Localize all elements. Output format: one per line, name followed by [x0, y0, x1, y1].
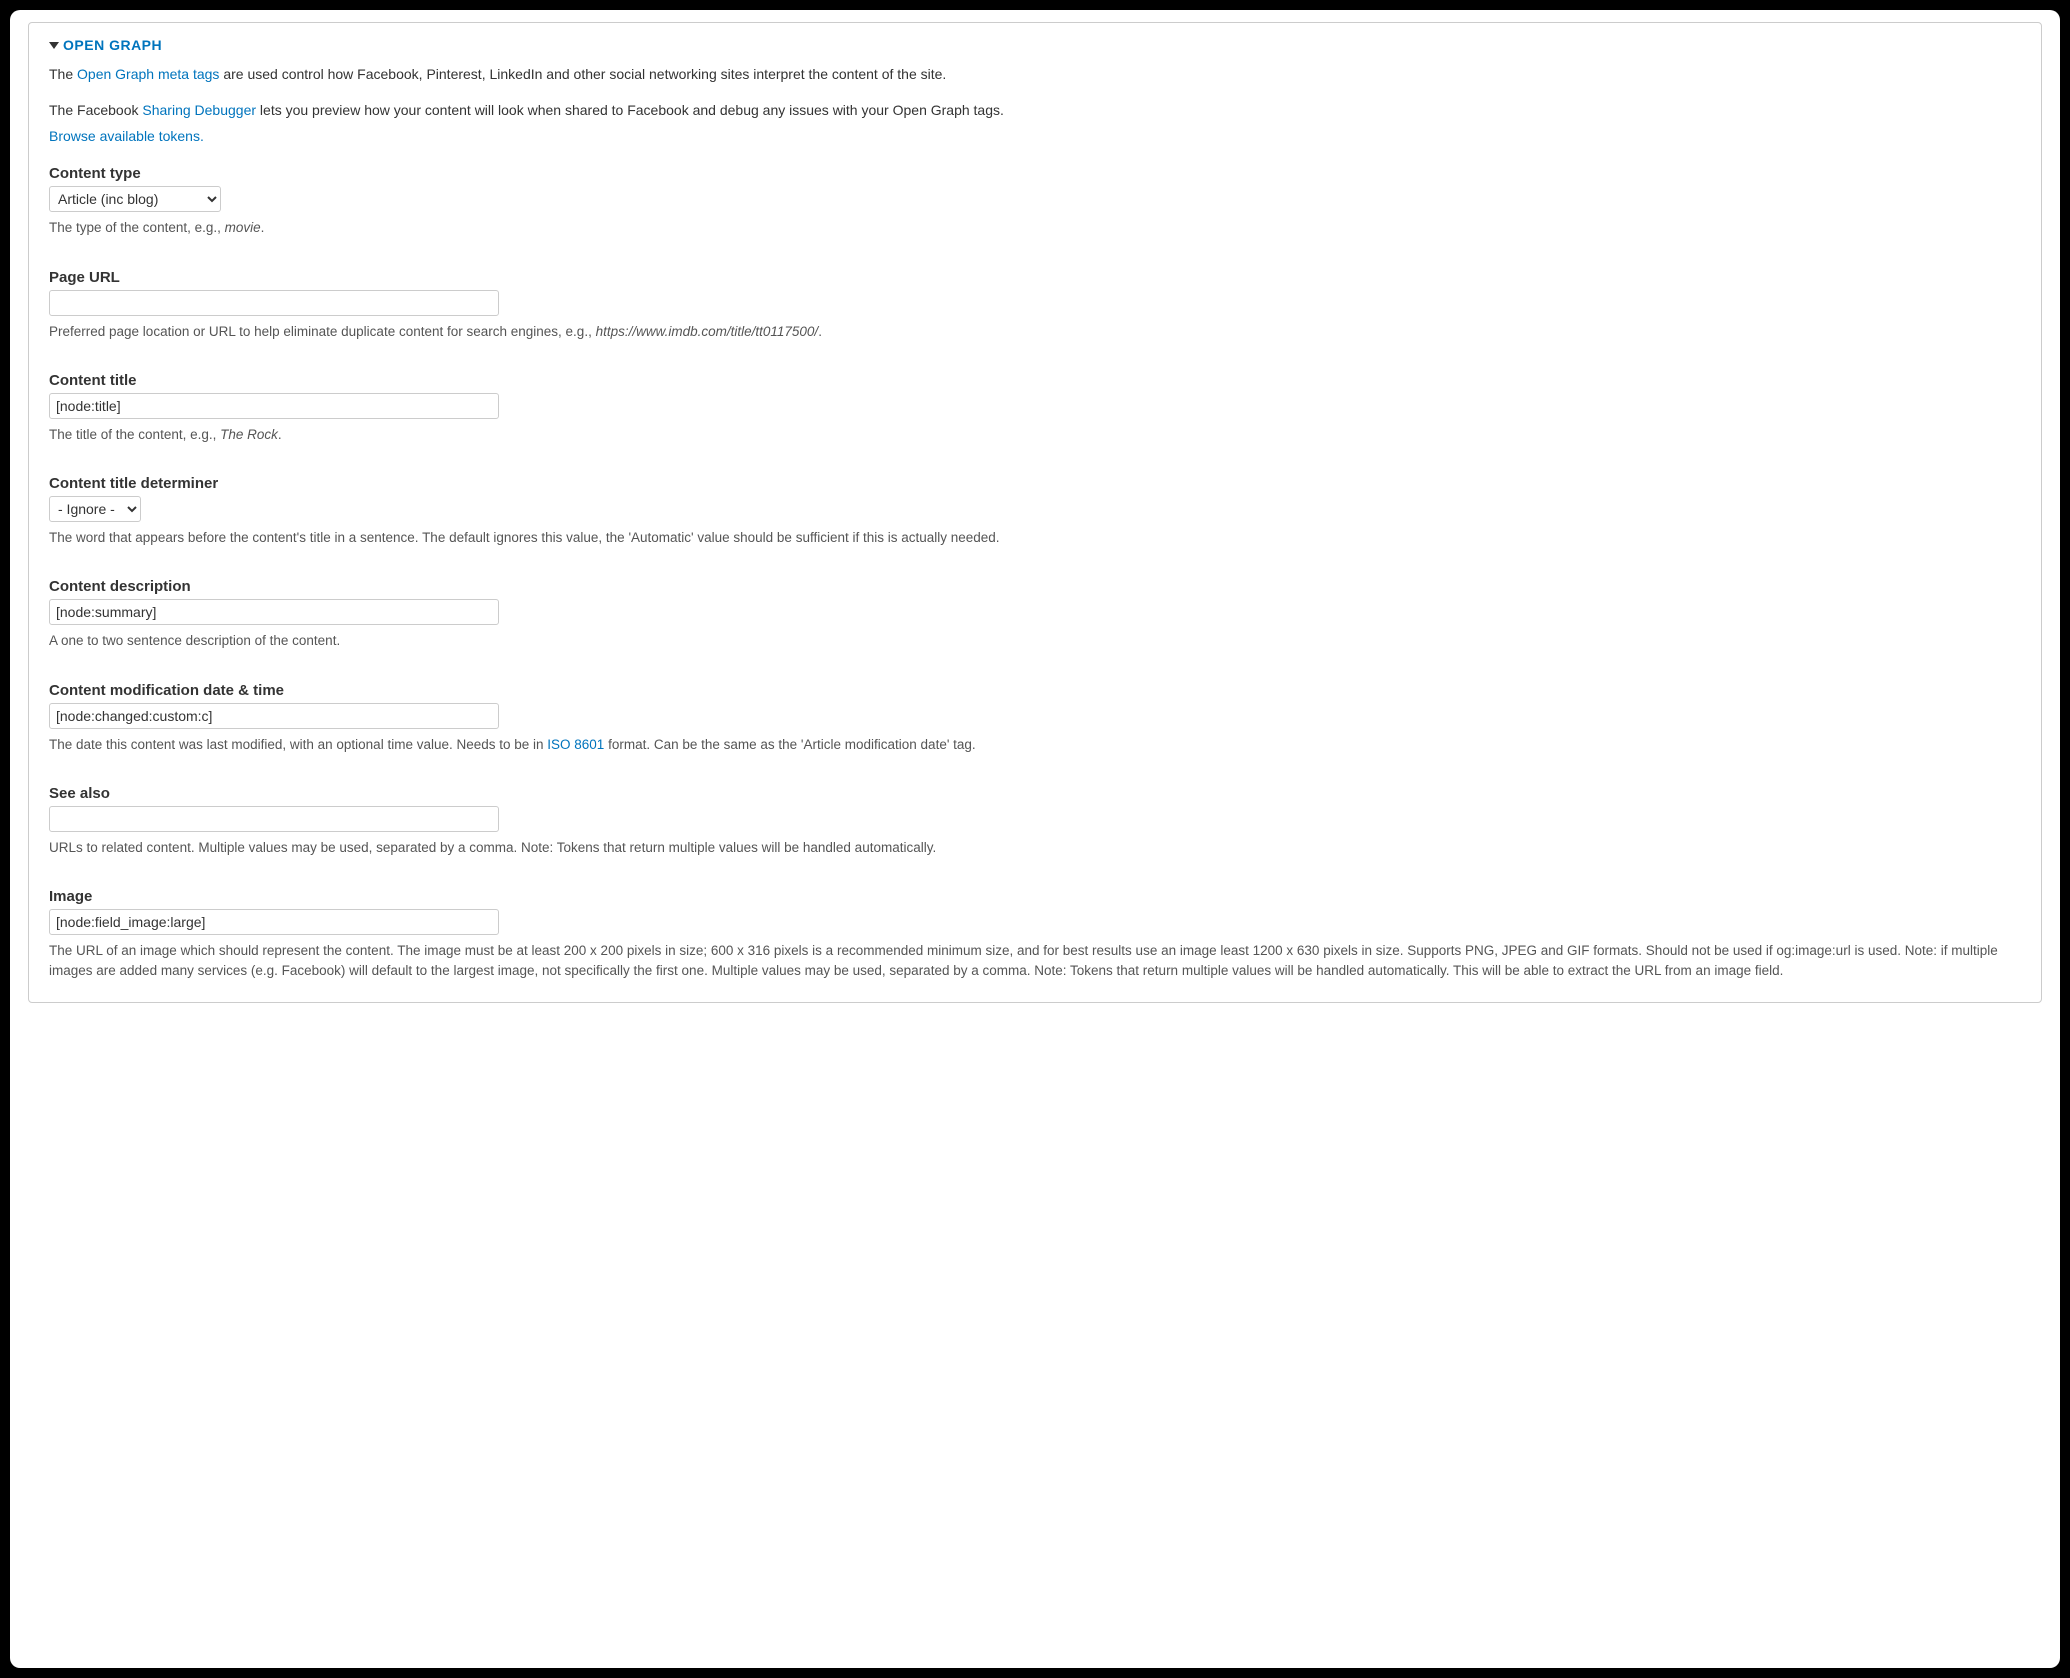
iso-8601-link[interactable]: ISO 8601	[547, 737, 604, 752]
caret-down-icon	[49, 42, 59, 49]
image-input[interactable]	[49, 909, 499, 935]
sharing-debugger-link[interactable]: Sharing Debugger	[142, 102, 256, 118]
page-url-input[interactable]	[49, 290, 499, 316]
determiner-label: Content title determiner	[49, 475, 2021, 492]
image-label: Image	[49, 888, 2021, 905]
modification-date-description: The date this content was last modified,…	[49, 735, 2021, 755]
modification-date-label: Content modification date & time	[49, 682, 2021, 699]
field-content-type: Content type Article (inc blog) The type…	[49, 165, 2021, 238]
content-type-select[interactable]: Article (inc blog)	[49, 186, 221, 212]
content-title-input[interactable]	[49, 393, 499, 419]
determiner-select[interactable]: - Ignore -	[49, 496, 141, 522]
field-content-description: Content description A one to two sentenc…	[49, 578, 2021, 651]
desc-text: .	[818, 324, 822, 339]
content-title-label: Content title	[49, 372, 2021, 389]
desc-example: The Rock	[220, 427, 278, 442]
see-also-input[interactable]	[49, 806, 499, 832]
tokens-line: Browse available tokens.	[49, 126, 2021, 148]
desc-text: Preferred page location or URL to help e…	[49, 324, 596, 339]
field-modification-date: Content modification date & time The dat…	[49, 682, 2021, 755]
desc-example: https://www.imdb.com/title/tt0117500/	[596, 324, 819, 339]
see-also-label: See also	[49, 785, 2021, 802]
content-type-description: The type of the content, e.g., movie.	[49, 218, 2021, 238]
page-url-label: Page URL	[49, 269, 2021, 286]
field-page-url: Page URL Preferred page location or URL …	[49, 269, 2021, 342]
section-toggle[interactable]: OPEN GRAPH	[49, 37, 2021, 53]
open-graph-meta-tags-link[interactable]: Open Graph meta tags	[77, 66, 219, 82]
intro-text: The Facebook	[49, 102, 142, 118]
intro-text: are used control how Facebook, Pinterest…	[219, 66, 946, 82]
field-image: Image The URL of an image which should r…	[49, 888, 2021, 982]
section-title: OPEN GRAPH	[63, 37, 162, 53]
modification-date-input[interactable]	[49, 703, 499, 729]
intro-paragraph-1: The Open Graph meta tags are used contro…	[49, 63, 2021, 85]
determiner-description: The word that appears before the content…	[49, 528, 2021, 548]
content-title-description: The title of the content, e.g., The Rock…	[49, 425, 2021, 445]
desc-text: .	[278, 427, 282, 442]
settings-panel: OPEN GRAPH The Open Graph meta tags are …	[10, 10, 2060, 1668]
content-description-description: A one to two sentence description of the…	[49, 631, 2021, 651]
image-description: The URL of an image which should represe…	[49, 941, 2021, 982]
see-also-description: URLs to related content. Multiple values…	[49, 838, 2021, 858]
intro-text: The	[49, 66, 77, 82]
field-see-also: See also URLs to related content. Multip…	[49, 785, 2021, 858]
intro-text: lets you preview how your content will l…	[256, 102, 1004, 118]
field-determiner: Content title determiner - Ignore - The …	[49, 475, 2021, 548]
browse-tokens-link[interactable]: Browse available tokens.	[49, 128, 204, 144]
desc-text: The date this content was last modified,…	[49, 737, 547, 752]
desc-text: .	[261, 220, 265, 235]
intro-paragraph-2: The Facebook Sharing Debugger lets you p…	[49, 99, 2021, 121]
page-url-description: Preferred page location or URL to help e…	[49, 322, 2021, 342]
desc-text: The title of the content, e.g.,	[49, 427, 220, 442]
desc-text: The type of the content, e.g.,	[49, 220, 225, 235]
open-graph-fieldset: OPEN GRAPH The Open Graph meta tags are …	[28, 22, 2042, 1003]
desc-text: format. Can be the same as the 'Article …	[604, 737, 975, 752]
content-description-label: Content description	[49, 578, 2021, 595]
desc-example: movie	[225, 220, 261, 235]
field-content-title: Content title The title of the content, …	[49, 372, 2021, 445]
content-type-label: Content type	[49, 165, 2021, 182]
content-description-input[interactable]	[49, 599, 499, 625]
